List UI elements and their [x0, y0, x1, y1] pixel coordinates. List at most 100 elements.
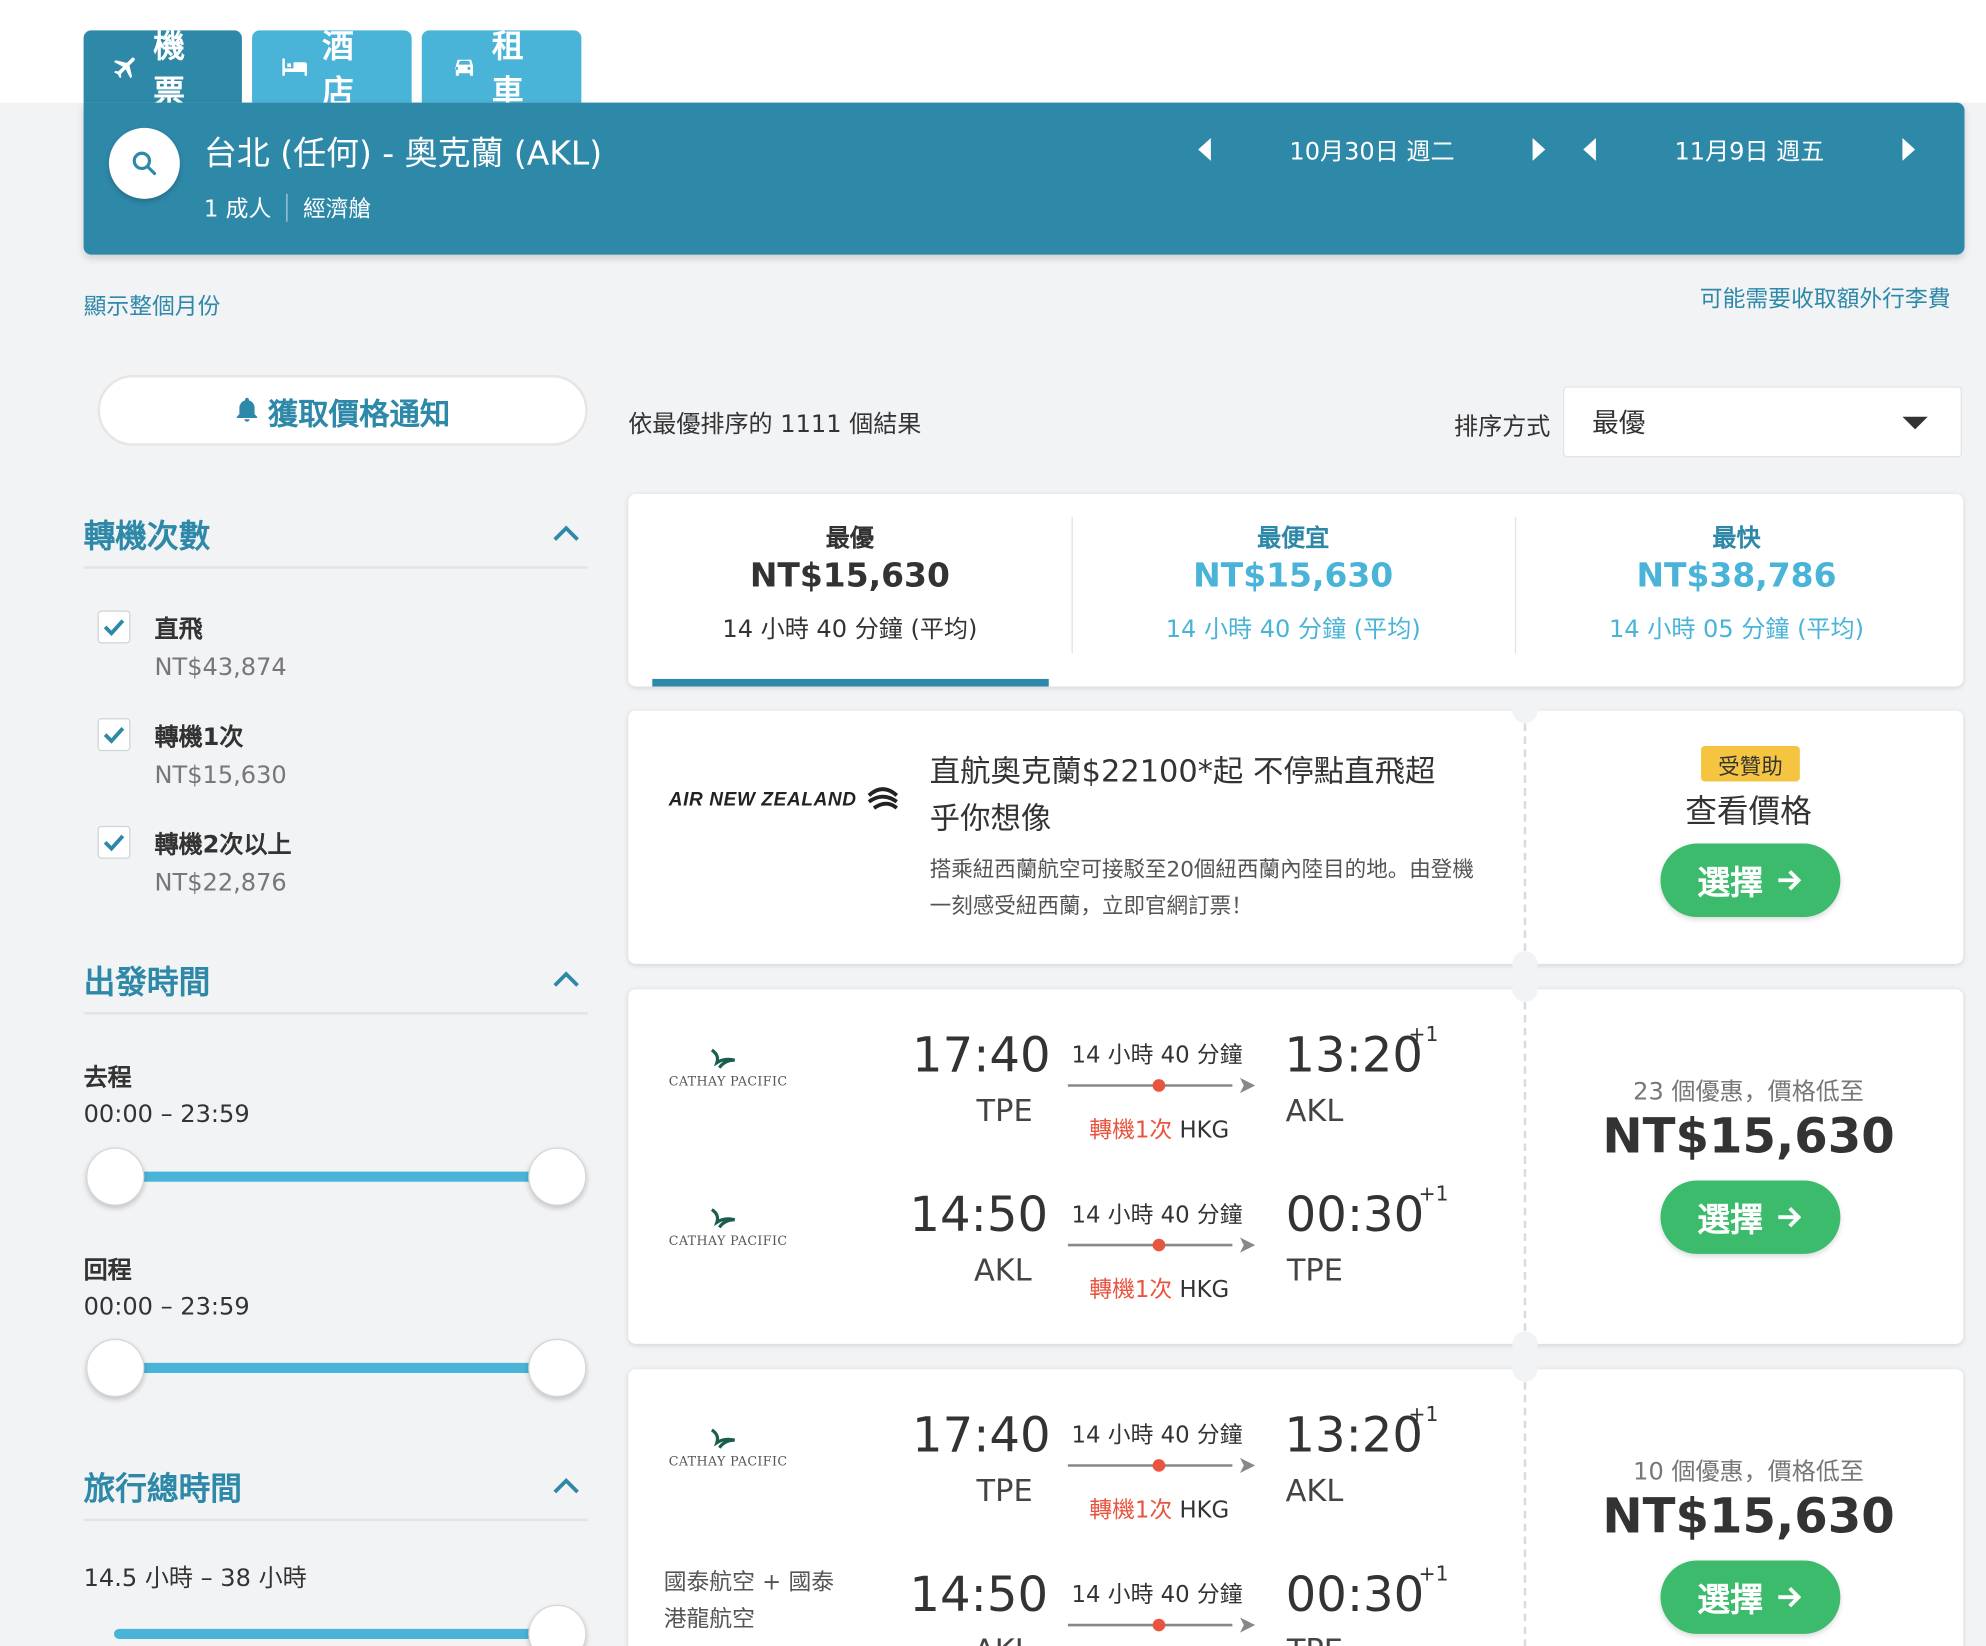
arrow-right-icon	[1778, 1206, 1802, 1228]
cathay-pacific-logo-icon	[710, 1208, 736, 1229]
inbound-slider-min-handle[interactable]	[86, 1338, 145, 1398]
ad-headline[interactable]: 直航奧克蘭$22100*起 不停點直飛超乎你想像	[930, 749, 1462, 843]
tab-hotels[interactable]: 酒店	[252, 27, 412, 110]
flight-result-card[interactable]: CATHAY PACIFIC 17:40 TPE 14 小時 40 分鐘 轉機1…	[628, 1356, 1964, 1646]
filter-departure-title[interactable]: 出發時間	[84, 958, 211, 1004]
return-date[interactable]: 11月9日 週五	[1674, 132, 1824, 166]
summary-cheapest[interactable]: 最便宜 NT$15,630 14 小時 40 分鐘 (平均)	[1072, 494, 1515, 684]
divider	[83, 1012, 588, 1015]
summary-fastest[interactable]: 最快 NT$38,786 14 小時 05 分鐘 (平均)	[1515, 494, 1958, 684]
arrive-time: 00:30	[1285, 1186, 1425, 1243]
duration-slider-max-handle[interactable]	[528, 1604, 587, 1646]
divider	[83, 1518, 588, 1522]
filter-stops-title[interactable]: 轉機次數	[84, 512, 211, 558]
sort-value: 最優	[1592, 407, 1646, 439]
baggage-fee-link[interactable]: 可能需要收取額外行李費	[1700, 281, 1951, 314]
depart-date-picker[interactable]: 10月30日 週二	[1198, 130, 1546, 168]
summary-best-title: 最優	[825, 524, 874, 553]
check-icon	[103, 834, 125, 852]
select-flight-button[interactable]: 選擇	[1660, 1180, 1841, 1254]
return-prev-arrow-icon[interactable]	[1583, 138, 1596, 161]
inbound-slider-max-handle[interactable]	[528, 1338, 587, 1398]
checkbox-two-plus-stops[interactable]	[97, 825, 131, 859]
checkbox-one-stop[interactable]	[97, 718, 131, 752]
cathay-pacific-logo-icon	[710, 1428, 736, 1449]
airline-logo: AIR NEW ZEALAND	[669, 789, 857, 811]
outbound-slider-min-handle[interactable]	[86, 1147, 145, 1206]
chevron-up-icon[interactable]	[552, 524, 580, 542]
depart-airport: TPE	[976, 1093, 1033, 1129]
sponsored-ad-card[interactable]: AIR NEW ZEALAND 直航奧克蘭$22100*起 不停點直飛超乎你想像…	[628, 697, 1964, 977]
one-stop-label: 轉機1次	[154, 723, 244, 752]
arrive-airport: TPE	[1286, 1252, 1343, 1289]
select-label: 選擇	[1697, 1581, 1764, 1620]
stop-info: 轉機1次 HKG	[1089, 1272, 1229, 1305]
depart-airport: AKL	[974, 1252, 1032, 1289]
ticket-notch	[1512, 1331, 1538, 1357]
depart-prev-arrow-icon[interactable]	[1198, 138, 1211, 161]
bed-icon	[282, 57, 308, 76]
route-line-icon	[1067, 1237, 1256, 1253]
checkbox-nonstop[interactable]	[97, 610, 131, 644]
summary-fastest-title: 最快	[1712, 524, 1761, 553]
two-plus-price: NT$22,876	[154, 868, 287, 897]
dashed-divider	[1523, 710, 1527, 964]
inbound-label: 回程	[83, 1256, 132, 1285]
filter-duration-title[interactable]: 旅行總時間	[84, 1464, 242, 1510]
chevron-up-icon[interactable]	[552, 1477, 580, 1495]
sort-summary-card: 最優 NT$15,630 14 小時 40 分鐘 (平均) 最便宜 NT$15,…	[628, 493, 1964, 687]
sponsored-badge: 受贊助	[1701, 746, 1800, 782]
stop-count: 轉機1次	[1089, 1497, 1173, 1524]
search-button[interactable]	[108, 127, 180, 199]
route-line-icon	[1067, 1077, 1256, 1094]
flight-price: NT$15,630	[1602, 1488, 1895, 1544]
route-line-icon	[1067, 1457, 1256, 1474]
summary-best[interactable]: 最優 NT$15,630 14 小時 40 分鐘 (平均)	[628, 494, 1071, 684]
chevron-up-icon[interactable]	[552, 970, 580, 988]
bell-icon	[236, 397, 257, 422]
show-month-link[interactable]: 顯示整個月份	[84, 289, 221, 322]
price-alert-button[interactable]: 獲取價格通知	[97, 374, 588, 446]
nonstop-price: NT$43,874	[154, 653, 287, 682]
outbound-slider-max-handle[interactable]	[528, 1147, 587, 1206]
depart-time: 17:40	[911, 1027, 1051, 1083]
one-stop-price: NT$15,630	[154, 761, 287, 790]
depart-time: 14:50	[909, 1186, 1049, 1243]
inbound-slider-track[interactable]	[113, 1362, 558, 1373]
depart-next-arrow-icon[interactable]	[1533, 138, 1546, 161]
car-icon	[455, 59, 474, 76]
duration-range: 14.5 小時 – 38 小時	[83, 1564, 307, 1593]
koru-logo-icon	[867, 787, 899, 810]
flight-duration: 14 小時 40 分鐘	[1071, 1581, 1243, 1609]
tab-car-rental[interactable]: 租車	[421, 27, 582, 110]
cathay-pacific-logo-icon	[710, 1048, 736, 1069]
duration-slider-track[interactable]	[113, 1628, 558, 1639]
stop-count: 轉機1次	[1089, 1276, 1173, 1304]
ad-select-label: 選擇	[1697, 864, 1764, 903]
tab-flights[interactable]: 機票	[83, 27, 242, 110]
sort-label: 排序方式	[1454, 412, 1551, 441]
route-title[interactable]: 台北 (任何) - 奧克蘭 (AKL)	[204, 128, 602, 175]
select-flight-button[interactable]: 選擇	[1660, 1560, 1841, 1634]
return-date-picker[interactable]: 11月9日 週五	[1583, 130, 1916, 168]
search-icon	[132, 151, 157, 176]
flight-result-card[interactable]: CATHAY PACIFIC 17:40 TPE 14 小時 40 分鐘 轉機1…	[628, 976, 1964, 1357]
tab-flights-label: 機票	[153, 27, 185, 110]
outbound-label: 去程	[83, 1063, 132, 1092]
tab-car-rental-label: 租車	[491, 27, 524, 110]
stop-info: 轉機1次 HKG	[1089, 1112, 1229, 1145]
day-offset: +1	[1408, 1402, 1439, 1427]
passenger-cabin[interactable]: 1 成人 經濟艙	[204, 191, 371, 224]
summary-cheapest-price: NT$15,630	[1193, 557, 1394, 596]
ad-select-button[interactable]: 選擇	[1660, 843, 1841, 918]
ticket-notch	[1512, 1356, 1538, 1382]
ticket-notch	[1512, 697, 1538, 724]
return-next-arrow-icon[interactable]	[1902, 138, 1916, 161]
outbound-slider-track[interactable]	[113, 1171, 558, 1182]
stop-info: 轉機1次 HKG	[1089, 1492, 1229, 1525]
sort-select[interactable]: 最優	[1562, 386, 1962, 458]
depart-date[interactable]: 10月30日 週二	[1289, 132, 1454, 166]
route-line-icon	[1067, 1617, 1256, 1633]
search-summary-bar[interactable]: 台北 (任何) - 奧克蘭 (AKL) 1 成人 經濟艙 10月30日 週二 1…	[83, 102, 1965, 255]
stop-airport: HKG	[1179, 1276, 1230, 1304]
